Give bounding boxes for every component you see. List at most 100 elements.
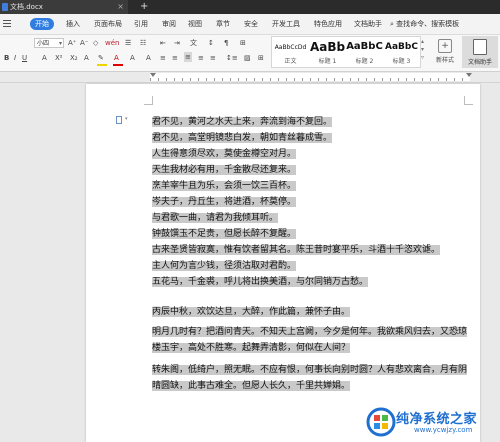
menu-tab-9[interactable]: 特色应用 [314, 18, 342, 30]
text-line[interactable]: 主人何为言少钱，径须沽取对君酌。 [152, 258, 472, 274]
menu-tab-0[interactable]: 开始 [30, 18, 54, 30]
new-tab-button[interactable]: + [140, 0, 148, 14]
subscript-icon[interactable]: X₂ [70, 53, 78, 63]
shrink-font-icon[interactable]: A⁻ [80, 38, 88, 48]
selected-text: 晴圆缺，此事古难全。但愿人长久，千里共婵娟。 [152, 381, 351, 391]
bold-icon[interactable]: B [4, 53, 9, 63]
font-size-select[interactable]: 小四 [34, 38, 64, 49]
margin-corner-top-right [464, 96, 473, 105]
search-icon: ⌕ [390, 20, 394, 28]
align-right-icon[interactable]: ≡ [184, 52, 192, 62]
document-assistant-button[interactable]: 文档助手 [462, 36, 498, 68]
text-line[interactable]: 古来圣贤皆寂寞，惟有饮者留其名。陈王昔时宴平乐，斗酒十千恣欢谑。 [152, 242, 472, 258]
text-line[interactable]: 与君歌一曲，请君为我倾耳听。 [152, 210, 472, 226]
menu-tab-6[interactable]: 章节 [216, 18, 230, 30]
selected-text: 君不见，高堂明镜悲白发，朝如青丝暮成雪。 [152, 133, 333, 143]
justify-icon[interactable]: ≡ [198, 53, 204, 63]
menu-tab-4[interactable]: 审阅 [162, 18, 176, 30]
text-line[interactable]: 明月几时有？把酒问青天。不知天上宫阙，今夕是何年。我欲乘风归去，又恐琼 [152, 324, 472, 340]
selected-text: 烹羊宰牛且为乐，会须一饮三百杯。 [152, 181, 297, 191]
align-left-icon[interactable]: ≡ [160, 53, 166, 63]
selected-text: 明月几时有？把酒问青天。不知天上宫阙，今夕是何年。我欲乘风归去，又恐琼 [152, 327, 468, 337]
style-gallery[interactable]: AaBbCcDd 正文 AaBb 标题 1 AaBbC 标题 2 AaBbC 标… [271, 36, 421, 68]
text-line[interactable]: 五花马，千金裘，呼儿将出换美酒，与尔同销万古愁。 [152, 274, 472, 290]
text-line[interactable]: 转朱阁，低绮户，照无眠。不应有恨，何事长向别时圆？人有悲欢离合，月有阴 [152, 362, 472, 378]
chinese-layout-icon[interactable]: 文 [190, 38, 197, 48]
text-line[interactable]: 君不见，高堂明镜悲白发，朝如青丝暮成雪。 [152, 130, 472, 146]
menu-tab-3[interactable]: 引用 [134, 18, 148, 30]
align-center-icon[interactable]: ≡ [172, 53, 178, 63]
menu-tab-1[interactable]: 插入 [66, 18, 80, 30]
menu-icon[interactable] [3, 20, 11, 21]
menu-tab-7[interactable]: 安全 [244, 18, 258, 30]
italic-icon[interactable]: I [14, 53, 16, 63]
style-heading-2-label: 标题 2 [355, 58, 374, 65]
selected-text: 五花马，千金裘，呼儿将出换美酒，与尔同销万古愁。 [152, 277, 369, 287]
horizontal-ruler[interactable] [0, 72, 500, 83]
line-spacing-icon[interactable]: ↕≡ [226, 53, 238, 63]
text-line[interactable]: 君不见，黄河之水天上来，奔流到海不复回。 [152, 114, 472, 130]
menu-tab-5[interactable]: 视图 [188, 18, 202, 30]
text-line[interactable]: 天生我材必有用，千金散尽还复来。 [152, 162, 472, 178]
menu-tab-10[interactable]: 文档助手 [354, 18, 382, 30]
menu-tab-2[interactable]: 页面布局 [94, 18, 122, 30]
underline-icon[interactable]: U [22, 53, 27, 63]
char-border-icon[interactable]: A [146, 53, 151, 63]
document-tab[interactable]: 文档.docx × [0, 0, 128, 14]
new-style-button[interactable]: + 新样式 [432, 39, 458, 67]
strikethrough-icon[interactable]: A [42, 53, 47, 63]
text-line[interactable]: 晴圆缺，此事古难全。但愿人长久，千里共婵娟。 [152, 378, 472, 394]
char-shading-icon[interactable]: A [130, 53, 135, 63]
shading-icon[interactable]: ▨ [244, 53, 251, 63]
watermark-title: 纯净系统之家 [396, 412, 478, 427]
highlight-icon[interactable]: ✎ [98, 53, 104, 63]
chevron-down-icon[interactable]: ▾ [125, 116, 128, 122]
decrease-indent-icon[interactable]: ⇤ [160, 38, 166, 48]
highlight-color-bar [97, 64, 107, 66]
show-marks-icon[interactable]: ¶ [224, 38, 228, 48]
style-normal[interactable]: AaBbCcDd 正文 [272, 37, 309, 67]
paragraph-handle-icon[interactable] [116, 116, 122, 124]
text-line[interactable]: 岑夫子，丹丘生，将进酒，杯莫停。 [152, 194, 472, 210]
numbered-list-icon[interactable]: ☷ [140, 38, 146, 48]
right-indent-marker[interactable] [466, 73, 472, 77]
selected-text: 古来圣贤皆寂寞，惟有饮者留其名。陈王昔时宴平乐，斗酒十千恣欢谑。 [152, 245, 441, 255]
watermark-logo-icon [366, 407, 396, 437]
clear-format-icon[interactable]: ◇ [93, 38, 98, 48]
distribute-icon[interactable]: ≡ [210, 53, 216, 63]
style-heading-1[interactable]: AaBb 标题 1 [309, 37, 346, 67]
assistant-icon [473, 39, 487, 55]
borders-icon[interactable]: ⊞ [240, 38, 246, 48]
font-effect-icon[interactable]: A [84, 53, 89, 63]
watermark-url: www.ycwjzy.com [414, 426, 473, 434]
bullet-list-icon[interactable]: ☰ [125, 38, 131, 48]
style-heading-3-label: 标题 3 [392, 58, 411, 65]
selected-text: 与君歌一曲，请君为我倾耳听。 [152, 213, 279, 223]
text-line[interactable]: 丙辰中秋，欢饮达旦，大醉，作此篇，兼怀子由。 [152, 304, 472, 320]
left-indent-marker[interactable] [150, 73, 156, 77]
selected-text: 天生我材必有用，千金散尽还复来。 [152, 165, 297, 175]
style-normal-sample: AaBbCcDd [274, 44, 307, 51]
increase-indent-icon[interactable]: ⇥ [174, 38, 180, 48]
grow-font-icon[interactable]: A⁺ [68, 38, 76, 48]
search-commands[interactable]: ⌕ 查找命令、搜索模板 [390, 18, 459, 30]
close-tab-button[interactable]: × [117, 0, 124, 14]
text-line[interactable]: 楼玉宇，高处不胜寒。起舞弄清影，何似在人间？ [152, 340, 472, 356]
menu-tab-8[interactable]: 开发工具 [272, 18, 300, 30]
table-borders-icon[interactable]: ⊞ [258, 53, 264, 63]
margin-corner-top-left [144, 96, 153, 105]
selected-text: 人生得意须尽欢，莫使金樽空对月。 [152, 149, 297, 159]
text-line[interactable]: 人生得意须尽欢，莫使金樽空对月。 [152, 146, 472, 162]
text-line[interactable]: 烹羊宰牛且为乐，会须一饮三百杯。 [152, 178, 472, 194]
gallery-scroll-buttons[interactable]: ▴ ▾ ▿ [421, 38, 424, 62]
style-heading-2[interactable]: AaBbC 标题 2 [346, 37, 383, 67]
font-color-icon[interactable]: A [114, 53, 119, 63]
document-body[interactable]: 君不见，黄河之水天上来，奔流到海不复回。君不见，高堂明镜悲白发，朝如青丝暮成雪。… [152, 114, 472, 394]
style-heading-3[interactable]: AaBbC 标题 3 [383, 37, 420, 67]
text-line[interactable]: 钟鼓馔玉不足贵，但愿长醉不复醒。 [152, 226, 472, 242]
pinyin-icon[interactable]: wén [105, 38, 119, 48]
sort-icon[interactable]: ↕ [208, 38, 214, 48]
superscript-icon[interactable]: X² [55, 53, 63, 63]
style-heading-1-label: 标题 1 [318, 58, 337, 65]
